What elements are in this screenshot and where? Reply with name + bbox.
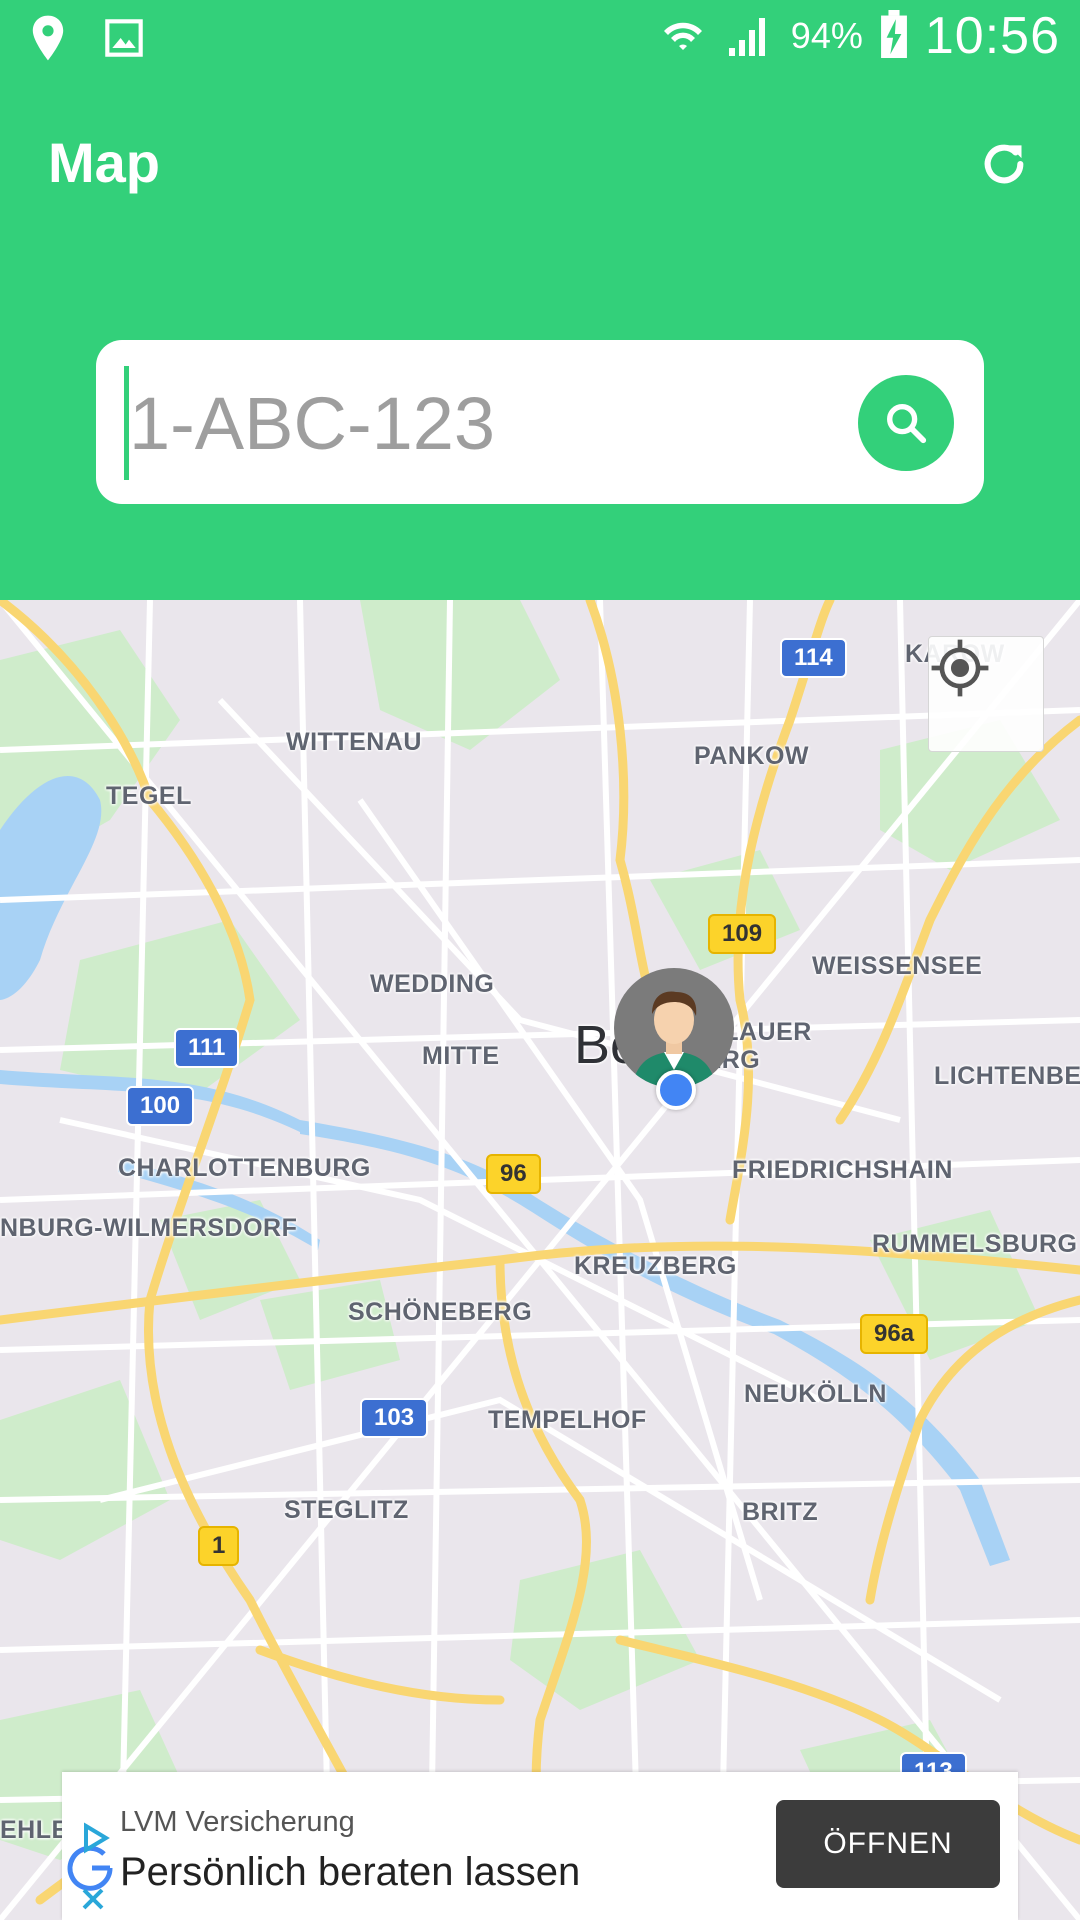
ad-banner[interactable]: LVM Versicherung Persönlich beraten lass…: [62, 1772, 1018, 1920]
district-label: LICHTENBE: [934, 1062, 1080, 1090]
road-shield: 111: [174, 1028, 240, 1068]
district-label: KREUZBERG: [574, 1252, 737, 1280]
ad-brand: LVM Versicherung: [120, 1806, 355, 1838]
my-location-button[interactable]: [928, 636, 1044, 752]
district-label: EHLE: [0, 1816, 69, 1844]
ad-choices[interactable]: [66, 1822, 116, 1917]
battery-percent: 94%: [790, 15, 863, 56]
google-ad-icon: [67, 1822, 113, 1910]
signal-icon: [725, 12, 773, 61]
district-label: TEMPELHOF: [488, 1406, 647, 1434]
status-bar: 94% 10:56: [0, 0, 1080, 80]
search-icon: [887, 404, 927, 444]
district-label: WEDDING: [370, 970, 495, 998]
app-header: Map: [0, 80, 1080, 600]
district-label: TEGEL: [106, 782, 192, 810]
battery-charging-icon: [880, 9, 907, 63]
road-shield: 96a: [860, 1314, 929, 1354]
road-shield: 103: [360, 1398, 429, 1438]
search-button[interactable]: [858, 375, 954, 471]
ad-open-button[interactable]: ÖFFNEN: [776, 1800, 1000, 1888]
district-label: RUMMELSBURG: [872, 1230, 1078, 1258]
road-shield: 96: [486, 1154, 541, 1194]
page-title: Map: [48, 131, 160, 194]
search-card: [96, 340, 984, 504]
district-label: STEGLITZ: [284, 1496, 409, 1524]
district-label: CHARLOTTENBURG: [118, 1154, 371, 1182]
road-shield: 114: [780, 638, 847, 678]
clock: 10:56: [924, 7, 1060, 65]
district-label: NEUKÖLLN: [744, 1380, 887, 1408]
district-label: PANKOW: [694, 742, 810, 770]
ad-headline: Persönlich beraten lassen: [120, 1850, 581, 1894]
map-view[interactable]: KAROW WITTENAU PANKOW TEGEL WEISSENSEE W…: [0, 600, 1080, 1920]
refresh-button[interactable]: [968, 128, 1040, 200]
district-label: WITTENAU: [286, 728, 422, 756]
gallery-icon: [104, 18, 144, 63]
road-shield: 1: [198, 1526, 240, 1566]
crosshair-icon: [931, 639, 989, 697]
license-plate-input[interactable]: [124, 366, 831, 480]
district-label: WEISSENSEE: [812, 952, 983, 980]
refresh-icon: [984, 144, 1024, 184]
district-label: SCHÖNEBERG: [348, 1298, 533, 1326]
wifi-icon: [659, 10, 707, 63]
location-icon: [28, 14, 68, 67]
district-label: MITTE: [422, 1042, 500, 1070]
current-location-dot: [656, 1070, 696, 1110]
road-shield: 109: [708, 914, 777, 954]
road-shield: 100: [126, 1086, 195, 1126]
district-label: NBURG-WILMERSDORF: [0, 1214, 298, 1242]
district-label: FRIEDRICHSHAIN: [732, 1156, 953, 1184]
district-label: BRITZ: [742, 1498, 819, 1526]
